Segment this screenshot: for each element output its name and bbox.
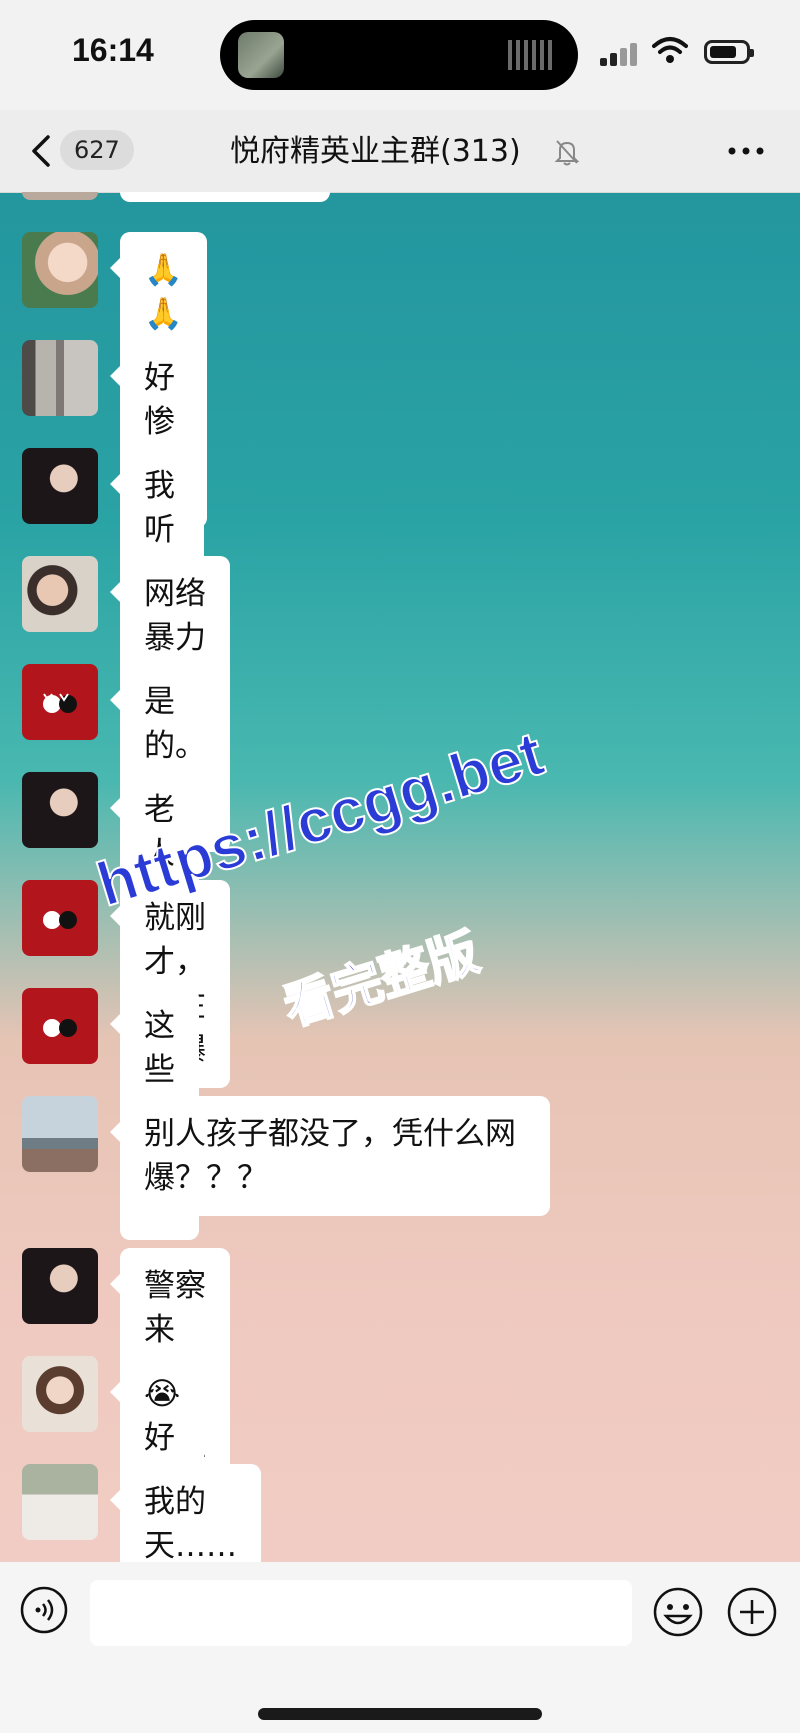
message-list[interactable]: 🙏🙏🙏🙏🙏🙏 好惨好可怜 我听说是孩子妈妈😭 网络暴力国家应该严惩！ 是的。 老… <box>0 192 800 1562</box>
voice-icon[interactable] <box>20 1586 68 1634</box>
avatar[interactable] <box>22 192 98 200</box>
more-dots-icon[interactable] <box>726 136 766 174</box>
avatar[interactable] <box>22 1464 98 1540</box>
plus-icon[interactable] <box>726 1586 778 1638</box>
avatar[interactable] <box>22 340 98 416</box>
avatar[interactable] <box>22 664 98 740</box>
input-bar <box>0 1562 800 1733</box>
home-indicator <box>258 1708 542 1720</box>
emoji-icon[interactable] <box>652 1586 704 1638</box>
avatar[interactable] <box>22 880 98 956</box>
status-bar: 16:14 <box>0 0 800 110</box>
avatar[interactable] <box>22 772 98 848</box>
status-time: 16:14 <box>72 32 154 68</box>
battery-level <box>710 46 736 58</box>
message-bubble[interactable]: 我的天…… <box>110 1464 261 1562</box>
message-bubble[interactable]: 是的。 <box>110 664 230 784</box>
audio-waveform-icon <box>508 40 552 70</box>
message-bubble[interactable]: 别人孩子都没了，凭什么网爆？？？ <box>110 1096 550 1216</box>
group-chat-title[interactable]: 悦府精英业主群(313) <box>230 132 521 172</box>
bell-slash-icon <box>554 138 580 166</box>
battery-icon <box>704 40 754 64</box>
dynamic-island <box>220 20 578 90</box>
unread-count-badge[interactable]: 627 <box>60 130 134 170</box>
message-bubble[interactable] <box>120 192 330 202</box>
island-album-art <box>238 32 284 78</box>
avatar[interactable] <box>22 448 98 524</box>
avatar[interactable] <box>22 1356 98 1432</box>
chevron-left-icon[interactable] <box>28 134 56 168</box>
avatar[interactable] <box>22 556 98 632</box>
avatar[interactable] <box>22 1248 98 1324</box>
chat-header: 627 悦府精英业主群(313) <box>0 110 800 193</box>
avatar[interactable] <box>22 988 98 1064</box>
signal-icon <box>600 42 642 66</box>
wifi-icon <box>652 36 688 71</box>
message-input[interactable] <box>90 1580 632 1646</box>
avatar[interactable] <box>22 232 98 308</box>
avatar[interactable] <box>22 1096 98 1172</box>
